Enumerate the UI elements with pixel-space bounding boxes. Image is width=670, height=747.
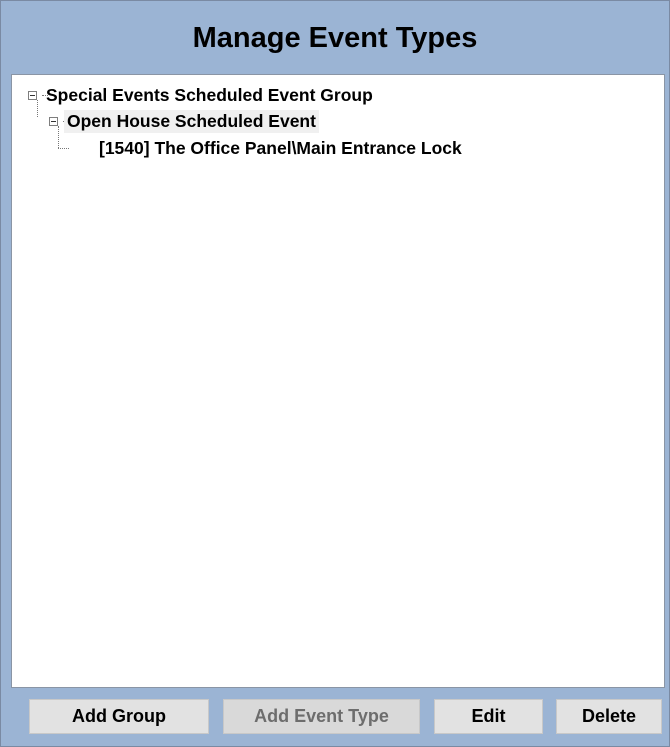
tree-connector <box>58 148 69 149</box>
button-bar: Add Group Add Event Type Edit Delete <box>1 687 669 746</box>
tree-node-label: Open House Scheduled Event <box>64 109 319 133</box>
window-title: Manage Event Types <box>192 21 478 54</box>
tree-node-label: Special Events Scheduled Event Group <box>46 84 373 105</box>
add-group-button[interactable]: Add Group <box>29 699 209 734</box>
delete-button[interactable]: Delete <box>556 699 662 734</box>
tree-node-group[interactable]: Special Events Scheduled Event Group <box>28 83 376 107</box>
tree-node-label: [1540] The Office Panel\Main Entrance Lo… <box>99 137 462 158</box>
collapse-icon[interactable] <box>49 116 58 126</box>
tree-node-item[interactable]: [1540] The Office Panel\Main Entrance Lo… <box>69 136 465 160</box>
edit-button[interactable]: Edit <box>434 699 543 734</box>
add-event-type-button[interactable]: Add Event Type <box>223 699 420 734</box>
tree-node-event[interactable]: Open House Scheduled Event <box>49 109 319 133</box>
manage-event-types-window: Manage Event Types Special Events Schedu… <box>0 0 670 747</box>
collapse-icon[interactable] <box>28 90 37 100</box>
event-types-tree[interactable]: Special Events Scheduled Event Group Ope… <box>11 74 665 688</box>
